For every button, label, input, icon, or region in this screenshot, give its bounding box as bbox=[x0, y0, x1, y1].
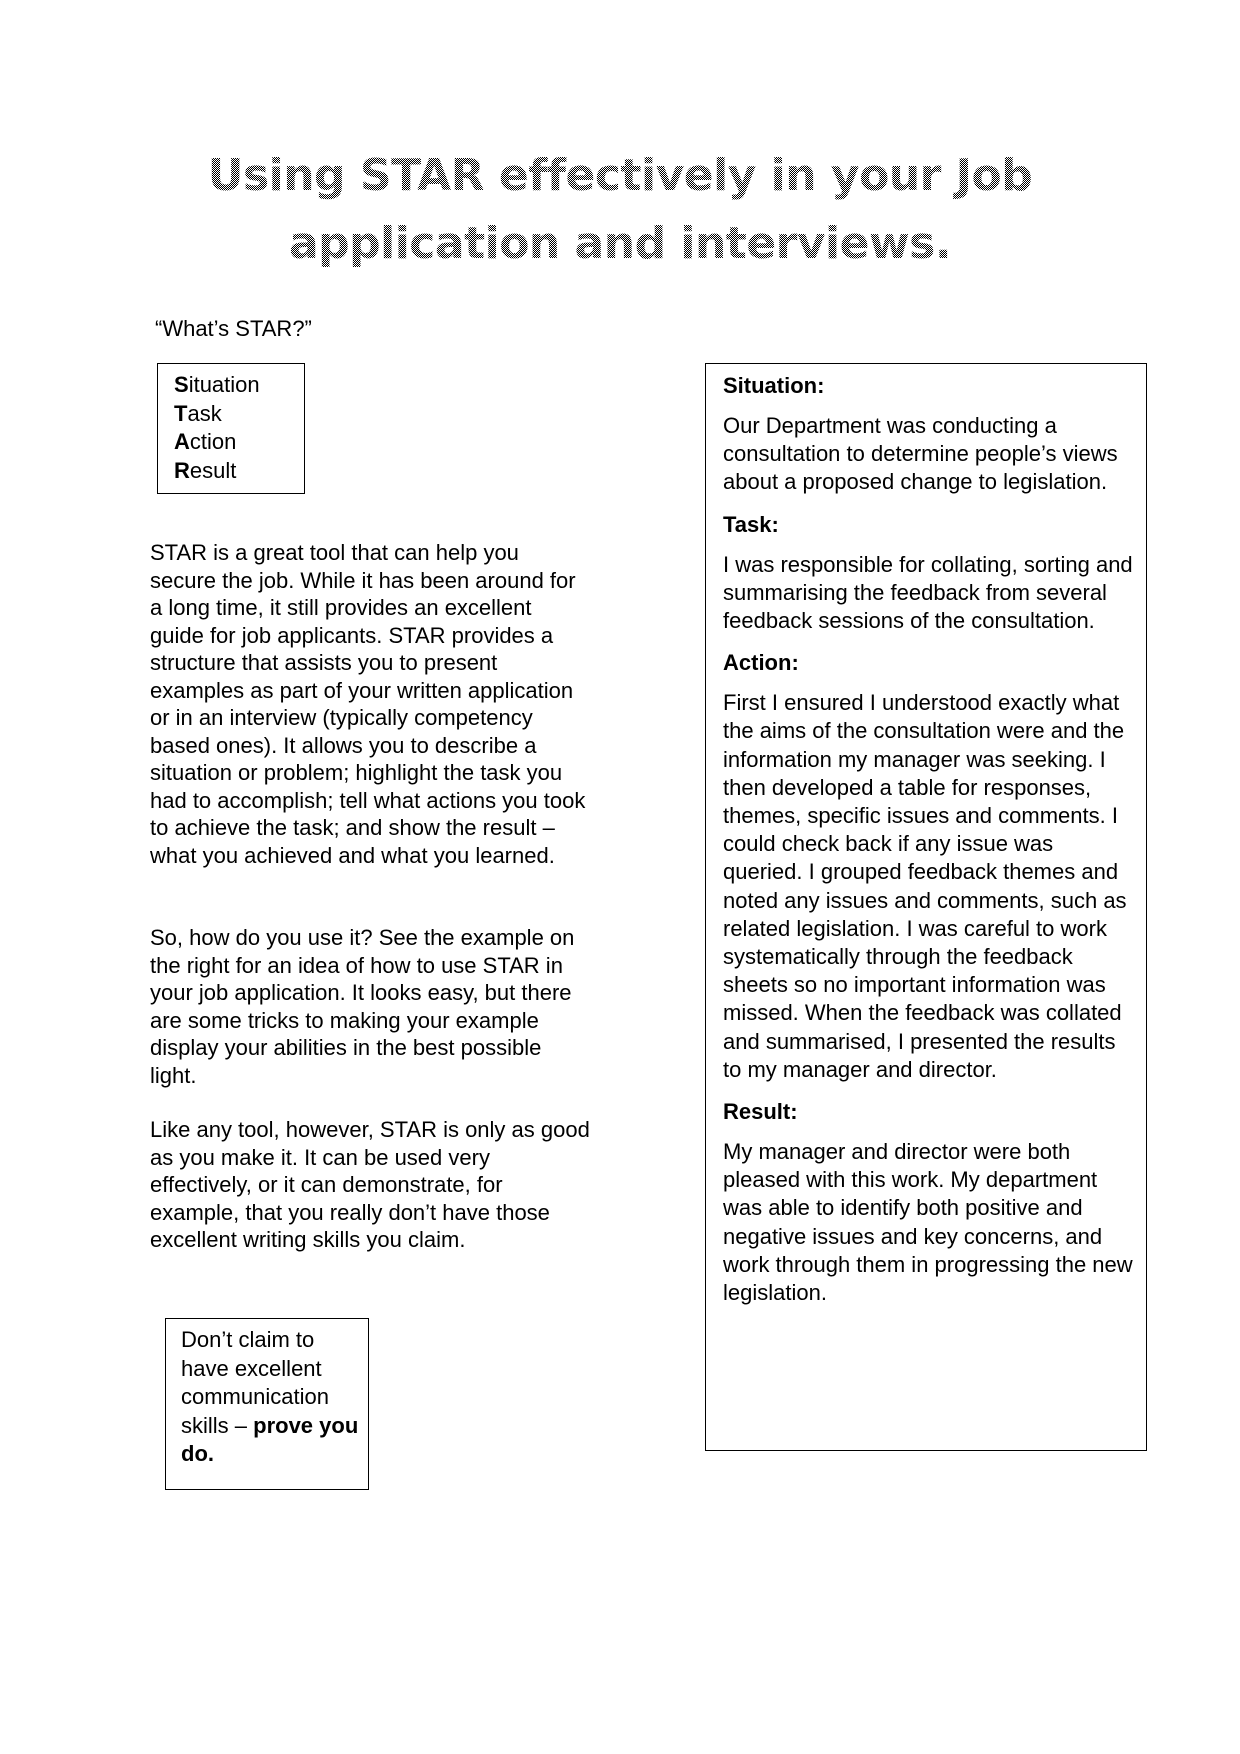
paragraph-text: STAR is a great tool that can help you s… bbox=[150, 540, 586, 868]
example-body-task: I was responsible for collating, sorting… bbox=[723, 551, 1133, 634]
acronym-rest: ask bbox=[187, 400, 222, 426]
acronym-rest: ituation bbox=[188, 372, 260, 397]
intro-question: “What’s STAR?” bbox=[155, 316, 312, 341]
paragraph-how-to-use: So, how do you use it? See the example o… bbox=[150, 924, 590, 1089]
example-heading-task: Task: bbox=[723, 511, 779, 537]
example-heading-result: Result: bbox=[723, 1099, 798, 1125]
document-title-line-2: application and interviews. bbox=[0, 218, 1240, 269]
acronym-letter: S bbox=[174, 372, 189, 397]
example-heading-action: Action: bbox=[723, 650, 799, 676]
star-example-box: Situation: Our Department was conducting… bbox=[705, 363, 1147, 1451]
paragraph-intro: STAR is a great tool that can help you s… bbox=[150, 539, 590, 869]
acronym-line-situation: Situation bbox=[174, 371, 304, 400]
paragraph-text: Like any tool, however, STAR is only as … bbox=[150, 1117, 590, 1252]
example-body-result: My manager and director were both please… bbox=[723, 1139, 1133, 1306]
paragraph-caution: Like any tool, however, STAR is only as … bbox=[150, 1116, 590, 1254]
acronym-rest: esult bbox=[189, 457, 237, 483]
star-acronym-box: Situation Task Action Result bbox=[157, 363, 305, 494]
acronym-line-result: Result bbox=[174, 457, 304, 486]
example-body-situation: Our Department was conducting a consulta… bbox=[723, 413, 1118, 495]
acronym-line-task: Task bbox=[174, 400, 304, 429]
acronym-letter: T bbox=[174, 400, 188, 426]
acronym-rest: ction bbox=[189, 429, 237, 454]
acronym-line-action: Action bbox=[174, 428, 304, 457]
paragraph-text: So, how do you use it? See the example o… bbox=[150, 925, 575, 1088]
acronym-letter: A bbox=[174, 429, 190, 454]
example-heading-situation: Situation: bbox=[723, 373, 825, 398]
example-body-action: First I ensured I understood exactly wha… bbox=[723, 690, 1127, 1082]
document-title-line-1: Using STAR effectively in your Job bbox=[0, 150, 1240, 201]
acronym-letter: R bbox=[174, 457, 190, 483]
tip-callout-box: Don’t claim to have excellent communicat… bbox=[165, 1318, 369, 1490]
